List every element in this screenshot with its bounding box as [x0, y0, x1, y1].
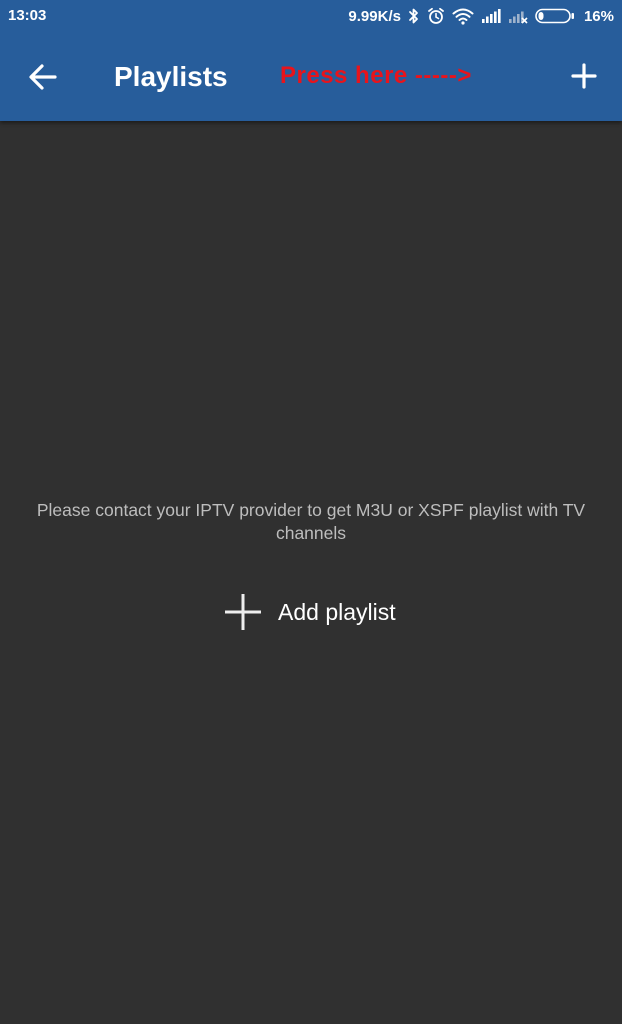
arrow-left-icon: [29, 64, 57, 90]
page-title: Playlists: [114, 61, 228, 92]
alarm-icon: [427, 7, 445, 25]
add-playlist-label: Add playlist: [278, 599, 396, 625]
status-bar: 13:03 9.99K/s 16%: [0, 0, 622, 32]
press-here-annotation: Press here ----->: [280, 62, 472, 89]
app-bar: Playlists Press here ----->: [0, 32, 622, 121]
add-playlist-button[interactable]: Add playlist: [222, 590, 396, 634]
back-button[interactable]: [26, 60, 60, 94]
bluetooth-icon: [408, 7, 420, 25]
network-speed: 9.99K/s: [348, 7, 401, 25]
add-playlist-toolbar-button[interactable]: [568, 60, 600, 92]
plus-icon: [571, 63, 597, 89]
status-time: 13:03: [8, 7, 47, 24]
status-icons: 9.99K/s 16%: [348, 5, 614, 27]
signal-icon: [481, 8, 501, 24]
signal-no-service-icon: [508, 8, 528, 24]
empty-state-message: Please contact your IPTV provider to get…: [36, 500, 586, 543]
plus-icon: [225, 594, 261, 630]
top-bar: 13:03 9.99K/s 16% Playlists Press here -…: [0, 0, 622, 121]
battery-percent: 16%: [583, 7, 614, 25]
battery-icon: [535, 8, 575, 24]
wifi-icon: [452, 8, 474, 25]
